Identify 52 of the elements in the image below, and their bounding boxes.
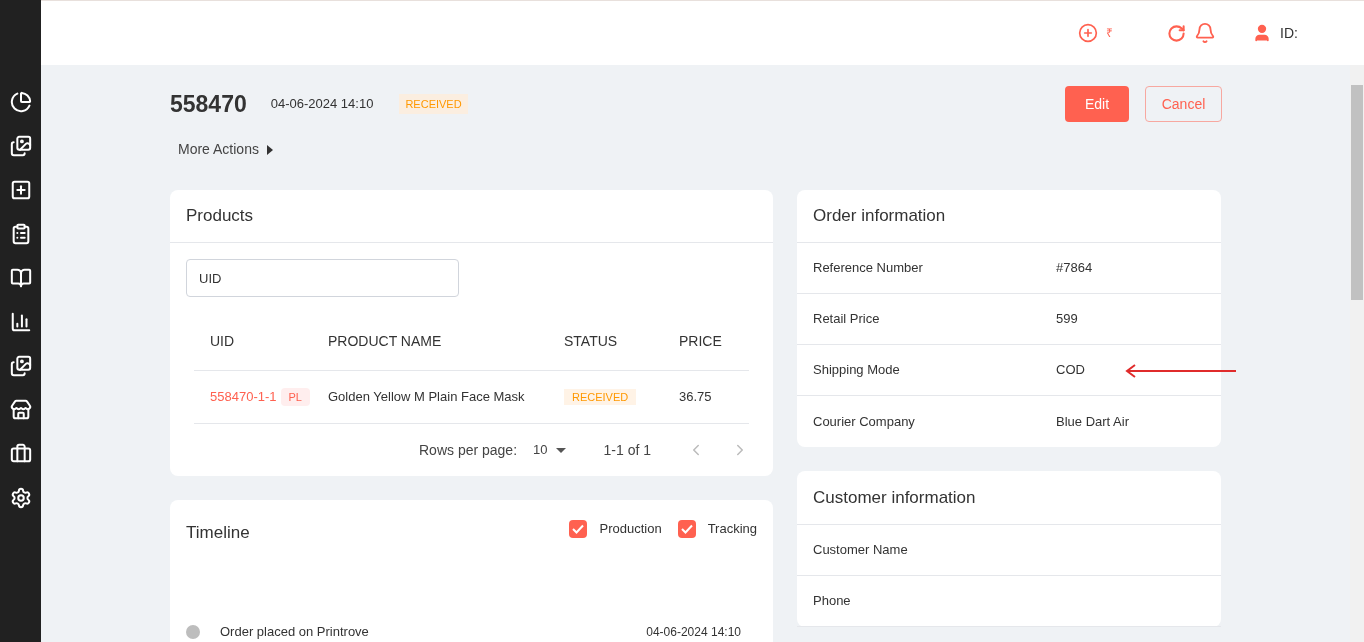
- pie-chart-icon[interactable]: [9, 91, 32, 113]
- field-label: Courier Company: [813, 412, 916, 431]
- field-label: Retail Price: [813, 310, 881, 329]
- column-header: STATUS: [564, 332, 619, 351]
- table-cell-text: 36.75: [679, 388, 713, 407]
- column-header: UID: [209, 332, 236, 351]
- checkbox[interactable]: [677, 520, 696, 538]
- product-tag: PL: [280, 387, 310, 407]
- card-title: Order information: [797, 190, 1221, 243]
- bar-chart-icon[interactable]: [9, 311, 32, 333]
- field-label: Customer Name: [813, 541, 908, 560]
- rows-per-page-select[interactable]: 10: [533, 440, 566, 460]
- settings-icon[interactable]: [9, 487, 32, 509]
- images-icon[interactable]: [9, 355, 32, 377]
- card-title: Products: [170, 190, 773, 243]
- images-icon[interactable]: [9, 135, 32, 157]
- uid-search-field[interactable]: UID: [186, 259, 459, 297]
- currency-symbol: ₹: [1106, 25, 1114, 41]
- column-header: PRICE: [679, 332, 723, 351]
- plus-square-icon[interactable]: [9, 179, 32, 201]
- checkbox-label: Production: [599, 520, 662, 539]
- caret-icon: [266, 144, 273, 155]
- card-title: Timeline: [186, 522, 250, 545]
- card-title: Customer information: [797, 471, 1221, 525]
- field-value: 599: [1056, 310, 1078, 329]
- field-value: Blue Dart Air: [1056, 412, 1129, 431]
- order-datetime: 04-06-2024 14:10: [270, 95, 374, 114]
- checkbox-label: Tracking: [707, 520, 757, 539]
- page-range: 1-1 of 1: [603, 440, 651, 460]
- status-badge: RECEIVED: [399, 93, 468, 115]
- checkbox[interactable]: [569, 520, 588, 538]
- refresh-icon[interactable]: [1167, 23, 1187, 43]
- field-value: COD: [1056, 361, 1085, 380]
- table-cell-text: Golden Yellow M Plain Face Mask: [328, 388, 526, 407]
- field-label: Reference Number: [813, 259, 924, 278]
- user-id-label: ID:: [1280, 24, 1298, 43]
- field-label: Phone: [813, 592, 851, 611]
- book-icon[interactable]: [9, 267, 32, 289]
- field-label: Shipping Mode: [813, 361, 901, 380]
- timeline-time: 04-06-2024 14:10: [646, 623, 741, 641]
- column-header: PRODUCT NAME: [328, 332, 443, 351]
- add-circle-icon[interactable]: [1078, 23, 1099, 43]
- caret-icon: [555, 447, 566, 453]
- rows-per-page-label: Rows per page:: [419, 440, 518, 460]
- order-number: 558470: [170, 89, 247, 119]
- store-icon[interactable]: [9, 399, 32, 421]
- bell-icon[interactable]: [1194, 22, 1217, 44]
- status-badge: RECEIVED: [564, 389, 637, 406]
- briefcase-icon[interactable]: [9, 443, 32, 465]
- field-value: #7864: [1056, 259, 1093, 278]
- more-actions-button[interactable]: More Actions: [178, 139, 273, 160]
- timeline-event: Order placed on Printrove: [220, 623, 369, 641]
